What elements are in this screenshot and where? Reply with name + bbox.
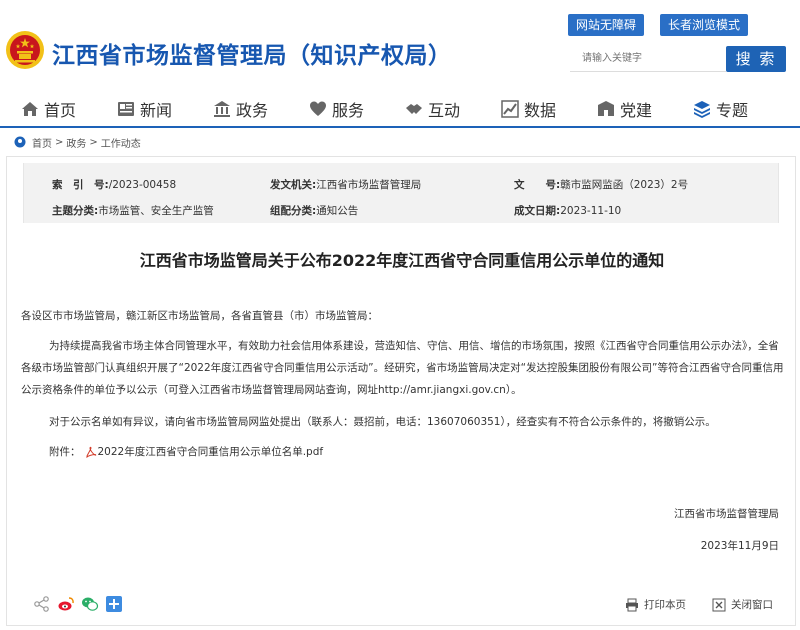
print-button[interactable]: 打印本页	[625, 597, 686, 612]
printer-icon	[626, 598, 638, 611]
breadcrumb-government[interactable]: 政务	[66, 135, 86, 150]
nav-label: 数据	[524, 101, 557, 120]
close-label: 关闭窗口	[731, 599, 773, 611]
meta-index-label: 索 引 号:	[52, 179, 109, 191]
meta-date-value: 2023-11-10	[560, 205, 622, 217]
nav-item-service[interactable]: 服务	[308, 96, 364, 122]
meta-date-label: 成文日期:	[514, 205, 561, 217]
meta-issuer-label: 发文机关:	[270, 179, 317, 191]
nav-item-party[interactable]: 党建	[596, 96, 652, 122]
attachment-link[interactable]: 2022年度江西省守合同重信用公示单位名单.pdf	[98, 441, 324, 463]
topic-icon	[694, 101, 710, 118]
meta-docno: 文 号:赣市监网监函（2023）2号	[514, 177, 688, 192]
document-meta: 索 引 号:/2023-00458 发文机关:江西省市场监督管理局 文 号:赣市…	[23, 163, 779, 223]
meta-docno-value: 赣市监网监函（2023）2号	[560, 179, 689, 191]
nav-label: 专题	[716, 101, 749, 120]
nav-item-home[interactable]: 首页	[20, 96, 76, 122]
signature-date: 2023年11月9日	[700, 540, 779, 552]
nav-label: 互动	[428, 101, 461, 120]
share-bar	[33, 593, 129, 615]
interaction-icon	[406, 104, 422, 114]
meta-topic: 主题分类:市场监管、安全生产监管	[52, 203, 214, 218]
nav-item-news[interactable]: 新闻	[116, 96, 172, 122]
nav-item-government[interactable]: 政务	[212, 96, 268, 122]
close-window-button[interactable]: 关闭窗口	[712, 597, 773, 612]
breadcrumb-work-news[interactable]: 工作动态	[101, 135, 141, 150]
breadcrumb: 首页 > 政务 > 工作动态	[14, 134, 141, 150]
close-icon	[712, 598, 726, 611]
weibo-icon[interactable]	[57, 595, 75, 613]
meta-topic-value: 市场监管、安全生产监管	[98, 205, 214, 217]
article-paragraph-1: 为持续提高我省市场主体合同管理水平，有效助力社会信用体系建设，营造知信、守信、用…	[21, 340, 784, 396]
home-icon	[22, 102, 38, 116]
nav-label: 首页	[44, 101, 77, 120]
wechat-icon[interactable]	[81, 595, 99, 613]
site-title[interactable]: 江西省市场监督管理局（知识产权局）	[52, 36, 452, 70]
nav-item-data[interactable]: 数据	[500, 96, 556, 122]
share-icon[interactable]	[33, 595, 51, 613]
meta-index: 索 引 号:/2023-00458	[52, 177, 176, 192]
meta-issuer-value: 江西省市场监督管理局	[316, 179, 422, 191]
more-share-icon[interactable]	[105, 595, 123, 613]
breadcrumb-separator: >	[89, 136, 98, 148]
article-container: 索 引 号:/2023-00458 发文机关:江西省市场监督管理局 文 号:赣市…	[6, 156, 796, 626]
nav-label: 政务	[236, 101, 269, 120]
meta-issuer: 发文机关:江西省市场监督管理局	[270, 177, 421, 192]
signature-organization: 江西省市场监督管理局	[674, 508, 779, 520]
nav-item-interaction[interactable]: 互动	[404, 96, 460, 122]
article-salutation: 各设区市市场监管局，赣江新区市场监管局，各省直管县（市）市场监管局：	[21, 310, 378, 322]
meta-index-value: /2023-00458	[108, 179, 177, 191]
nav-label: 党建	[620, 101, 653, 120]
search-input[interactable]	[570, 46, 726, 72]
attachment-row: 附件： 2022年度江西省守合同重信用公示单位名单.pdf	[49, 441, 323, 463]
meta-org: 组配分类:通知公告	[270, 203, 358, 218]
main-nav: 首页 新闻 政务 服务 互动 数据 党建 专题	[0, 92, 800, 128]
pdf-icon	[86, 446, 96, 458]
nav-item-topic[interactable]: 专题	[692, 96, 748, 122]
party-icon	[598, 101, 614, 116]
meta-org-label: 组配分类:	[270, 205, 317, 217]
location-pin-icon	[14, 136, 26, 148]
article-tools: 打印本页 关闭窗口	[599, 597, 773, 612]
breadcrumb-separator: >	[55, 136, 64, 148]
meta-topic-label: 主题分类:	[52, 205, 99, 217]
news-icon	[118, 102, 134, 116]
national-emblem-icon	[6, 31, 44, 69]
accessibility-button[interactable]: 网站无障碍	[568, 14, 644, 36]
article-title: 江西省市场监管局关于公布2022年度江西省守合同重信用公示单位的通知	[139, 251, 665, 270]
search-button[interactable]: 搜 索	[726, 46, 786, 72]
article-paragraph-2: 对于公示名单如有异议，请向省市场监管局网监处提出（联系人：聂招前，电话：1360…	[49, 416, 716, 428]
elder-mode-button[interactable]: 长者浏览模式	[660, 14, 748, 36]
meta-org-value: 通知公告	[316, 205, 359, 217]
government-icon	[214, 101, 230, 117]
service-icon	[310, 101, 326, 116]
data-icon	[501, 100, 519, 118]
nav-label: 新闻	[140, 101, 173, 120]
meta-date: 成文日期:2023-11-10	[514, 203, 621, 218]
print-label: 打印本页	[644, 599, 686, 611]
nav-label: 服务	[332, 101, 365, 120]
meta-docno-label: 文 号:	[514, 179, 561, 191]
breadcrumb-home[interactable]: 首页	[32, 135, 52, 150]
attachment-label: 附件：	[49, 446, 81, 458]
site-header: 江西省市场监督管理局（知识产权局） 网站无障碍 长者浏览模式 搜 索	[0, 0, 800, 90]
